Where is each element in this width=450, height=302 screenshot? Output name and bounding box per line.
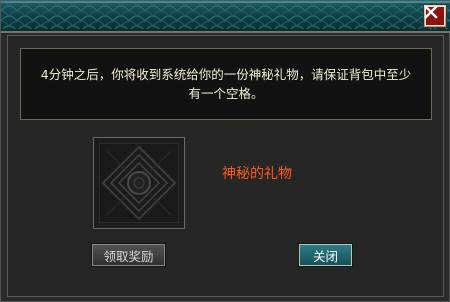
close-button[interactable]: 关闭 [298,243,353,267]
message-box: 4分钟之后，你将收到系统给你的一份神秘礼物，请保证背包中至少有一个空格。 [20,48,432,120]
close-x-button[interactable] [423,4,447,28]
gift-dialog: 4分钟之后，你将收到系统给你的一份神秘礼物，请保证背包中至少有一个空格。 神秘的… [0,0,450,302]
gift-name: 神秘的礼物 [222,166,292,182]
dialog-body: 4分钟之后，你将收到系统给你的一份神秘礼物，请保证背包中至少有一个空格。 神秘的… [7,35,444,297]
close-x-icon [424,5,445,26]
item-slot[interactable] [93,137,185,229]
message-text: 4分钟之后，你将收到系统给你的一份神秘礼物，请保证背包中至少有一个空格。 [40,67,412,101]
header-pattern [1,1,450,29]
claim-reward-button[interactable]: 领取奖励 [91,243,166,267]
dialog-header [1,1,450,33]
mystery-gift-box-icon [99,143,179,223]
